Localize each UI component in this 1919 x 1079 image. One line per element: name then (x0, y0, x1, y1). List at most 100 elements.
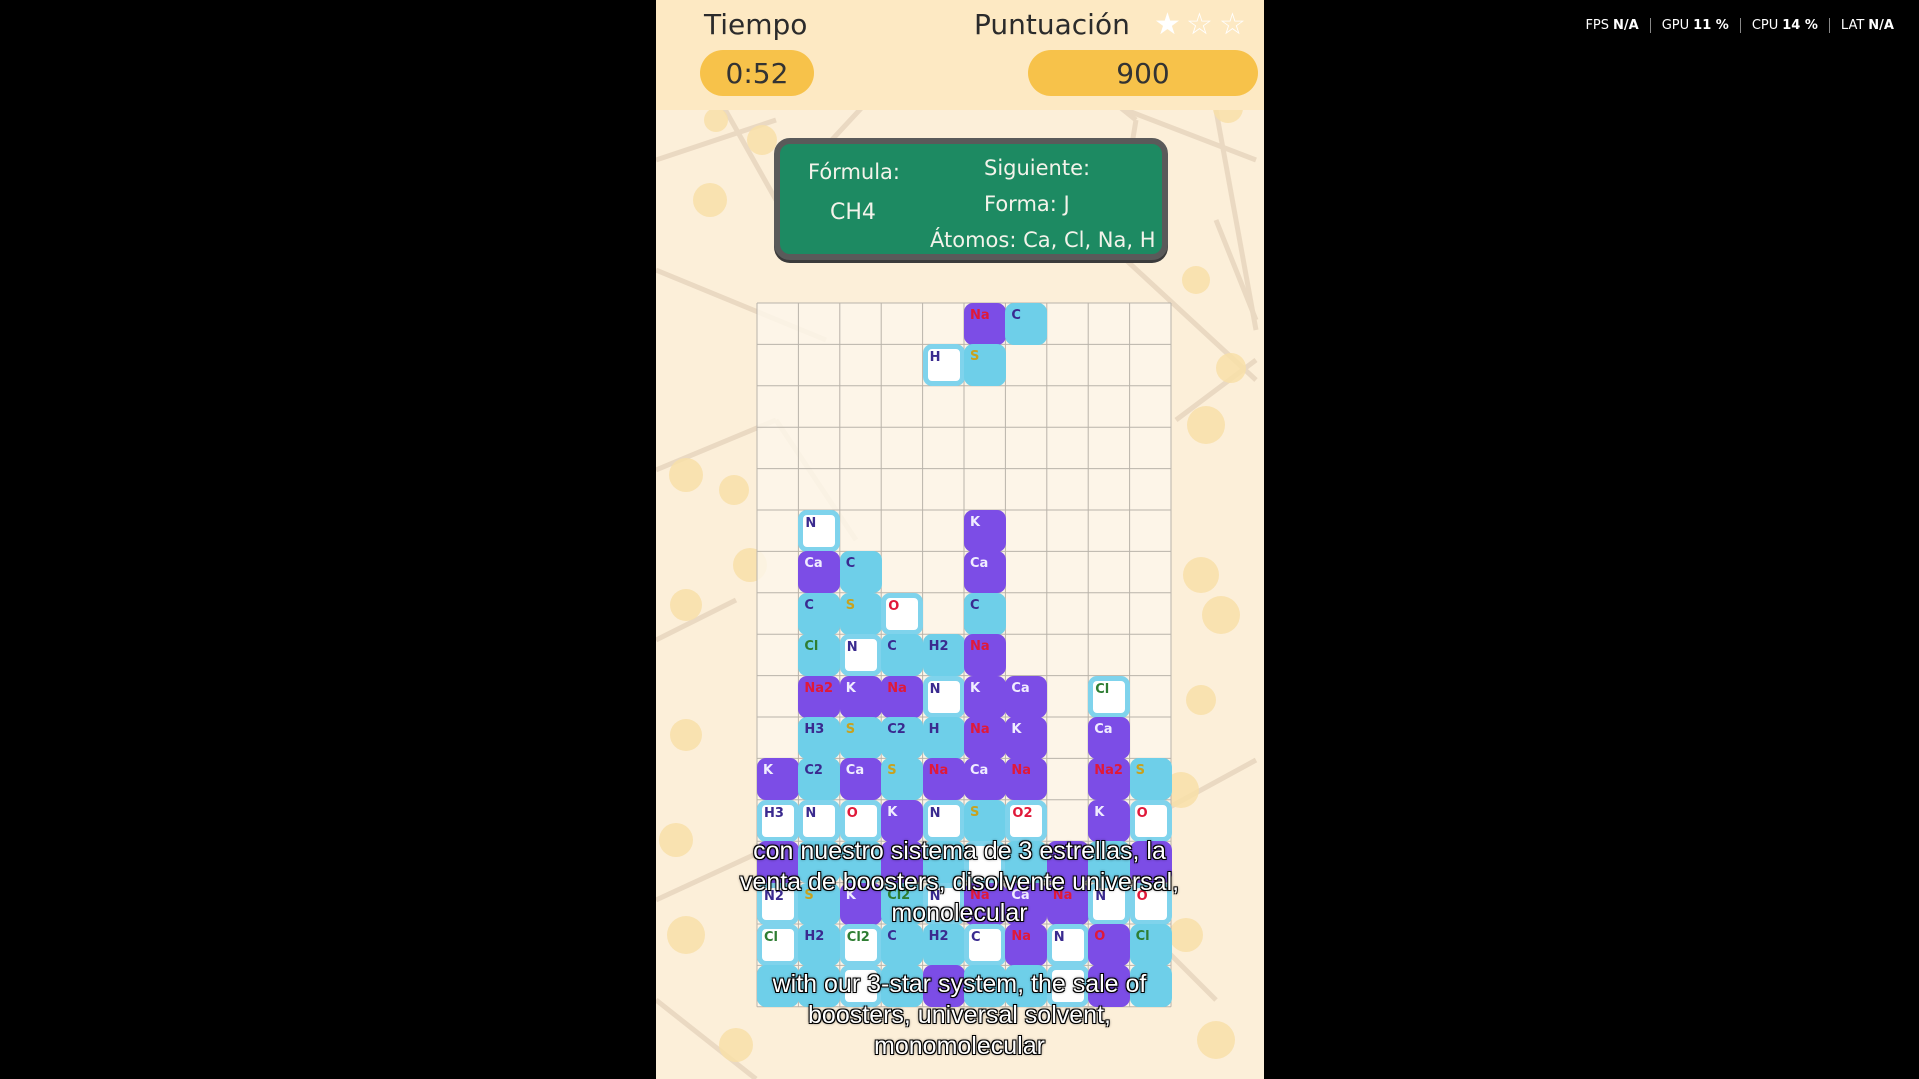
stack-tile: K (839, 675, 882, 718)
atom-label: Na (970, 639, 990, 655)
stack-tile: Ca (1005, 675, 1048, 718)
stack-tile: C2 (881, 717, 924, 759)
atom-label: K (1094, 804, 1105, 820)
stack-tile: K (964, 675, 1006, 718)
atom-label: S (970, 349, 980, 365)
atom-label: C (804, 597, 814, 613)
stack-tile: N (922, 675, 965, 718)
atom-label: Na (1011, 929, 1032, 944)
atom-label: C2 (804, 763, 823, 779)
atom-label: Ca (1094, 722, 1113, 737)
atom-label: S (887, 763, 897, 779)
atom-label: Na (1011, 763, 1032, 779)
stack-tile: Na2 (1088, 758, 1131, 801)
atom-label: Ca (804, 556, 823, 572)
atom-label: N (846, 640, 858, 656)
atom-label: C (1011, 308, 1021, 323)
falling-piece-tile[interactable]: H (922, 344, 965, 387)
stack-tile: H (922, 717, 965, 759)
stack-tile: Na (1005, 758, 1048, 801)
atom-label: Ca (970, 763, 989, 779)
atom-label: Na (928, 763, 949, 779)
falling-piece-tile[interactable]: S (964, 344, 1006, 387)
atom-label: N (805, 805, 817, 821)
stack-tile: H2 (922, 634, 965, 677)
atom-label: H (929, 350, 941, 366)
atom-label: S (845, 597, 856, 613)
atom-label: O (846, 805, 858, 821)
atom-label: H3 (804, 722, 825, 737)
stack-tile: Na (964, 717, 1006, 759)
atom-label: N (929, 681, 941, 697)
gpu-stat: GPU 11 % (1649, 18, 1740, 33)
stack-tile: Cl (798, 634, 841, 677)
subtitle-en-line-3: monomolecular (874, 1032, 1045, 1060)
stack-tile: C (839, 551, 882, 594)
atom-label: Na2 (804, 680, 834, 696)
subtitle-en-line-1: with our 3-star system, the sale of (772, 970, 1147, 998)
stack-tile: S (1129, 758, 1172, 801)
atom-label: Cl (1135, 929, 1150, 944)
stack-tile: Cl (1088, 675, 1131, 718)
atom-label: H3 (764, 805, 784, 821)
atom-label: O2 (1012, 805, 1033, 821)
atom-label: Cl (1095, 681, 1110, 697)
stack-tile: O (881, 592, 924, 635)
atom-label: Na (887, 680, 907, 696)
falling-piece-tile[interactable]: C (1005, 303, 1048, 345)
atom-label: K (1011, 722, 1022, 737)
stack-tile: N (1046, 924, 1089, 966)
stack-tile: O (1088, 924, 1131, 966)
atom-label: K (763, 763, 774, 779)
atom-label: N (929, 805, 941, 821)
stack-tile: Na (964, 634, 1006, 677)
stack-tile: S (839, 717, 882, 759)
atom-label: C2 (887, 722, 906, 737)
atom-label: C (887, 639, 897, 655)
atom-label: N (1053, 930, 1065, 945)
stack-tile: C (964, 592, 1006, 635)
subtitle-spanish: con nuestro sistema de 3 estrellas, la v… (0, 836, 1919, 929)
atom-label: H2 (928, 639, 949, 655)
atom-label: K (887, 804, 898, 820)
stack-tile: K (757, 758, 799, 801)
atom-label: C (971, 930, 981, 945)
stack-tile: K (1005, 717, 1048, 759)
atom-label: Cl (764, 930, 778, 945)
cpu-stat: CPU 14 % (1739, 18, 1829, 33)
stack-tile: C (964, 924, 1006, 966)
stack-tile: H2 (922, 924, 965, 966)
atom-label: S (845, 722, 856, 737)
atom-label: N (805, 516, 817, 531)
stack-tile: Na (922, 758, 965, 801)
atom-label: H2 (928, 929, 949, 944)
stack-tile: Na2 (798, 675, 841, 718)
stack-tile: Cl (757, 924, 799, 966)
atom-label: K (845, 680, 856, 696)
atom-label: O (888, 598, 900, 614)
atom-label: Ca (970, 556, 989, 572)
stack-tile: Cl2 (839, 924, 882, 966)
atom-label: Ca (1011, 680, 1030, 696)
atom-label: Cl (804, 639, 819, 655)
stack-tile: S (881, 758, 924, 801)
atom-label: S (970, 804, 980, 820)
stack-tile: Ca (964, 551, 1006, 594)
stack-tile: Cl (1129, 924, 1172, 966)
subtitle-es-line-2: venta de boosters, disolvente universal, (739, 868, 1180, 896)
atom-label: K (970, 680, 981, 696)
stack-tile: Ca (1088, 717, 1131, 759)
stack-tile: K (964, 510, 1006, 552)
performance-overlay: FPS N/A GPU 11 % CPU 14 % LAT N/A (1574, 18, 1905, 33)
subtitle-en-line-2: boosters, universal solvent, (808, 1001, 1111, 1029)
stack-tile: Ca (839, 758, 882, 801)
atom-label: H2 (804, 929, 825, 944)
stack-tile: N (839, 634, 882, 677)
atom-label: Ca (845, 763, 865, 779)
stack-tile: N (798, 510, 841, 552)
stack-tile: H3 (798, 717, 841, 759)
atom-label: C (887, 929, 897, 944)
atom-label: Na (970, 722, 990, 737)
stack-tile: Ca (798, 551, 841, 594)
falling-piece-tile[interactable]: Na (964, 303, 1006, 345)
